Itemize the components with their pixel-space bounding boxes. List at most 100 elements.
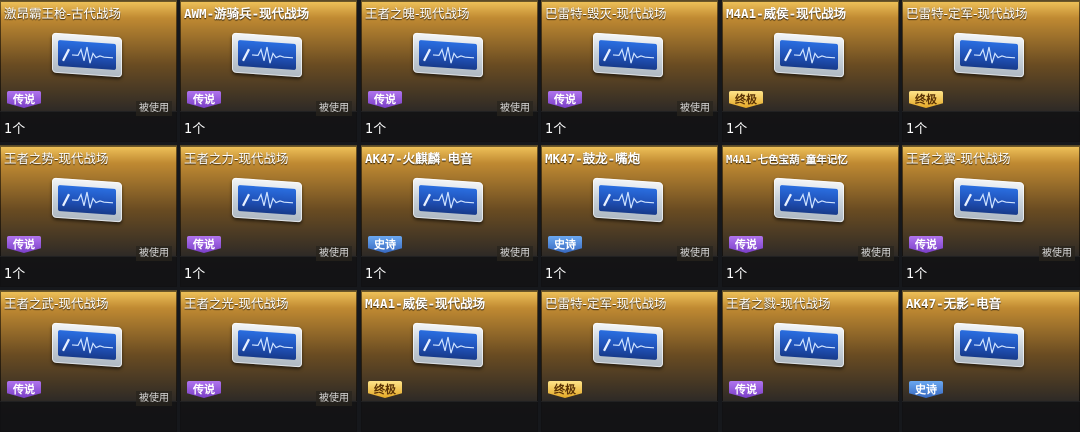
inventory-grid: 激昂霸王枪-古代战场 传说 被使用 1个 AWM-游骑兵-现代战场 传说 被使用 1个 王者之魄… xyxy=(0,0,1080,432)
item-card[interactable]: 王者之势-现代战场 传说 被使用 1个 xyxy=(0,145,177,287)
waveform-icon xyxy=(242,191,293,209)
rarity-badge: 传说 xyxy=(7,381,41,398)
sound-ticket-icon xyxy=(774,177,844,223)
waveform-icon xyxy=(423,336,474,354)
item-name: 激昂霸王枪-古代战场 xyxy=(4,6,122,21)
item-name: 王者之光-现代战场 xyxy=(184,296,289,311)
used-status: 被使用 xyxy=(677,246,713,261)
item-count: 1个 xyxy=(726,122,748,137)
waveform-icon xyxy=(964,191,1015,209)
item-card[interactable]: 激昂霸王枪-古代战场 传说 被使用 1个 xyxy=(0,0,177,142)
count-bar xyxy=(722,401,899,432)
item-name: 王者之魄-现代战场 xyxy=(365,6,470,21)
item-name: 王者之翼-现代战场 xyxy=(906,151,1011,166)
rarity-badge: 传说 xyxy=(187,236,221,253)
waveform-icon xyxy=(603,191,654,209)
waveform-icon xyxy=(603,336,654,354)
waveform-icon xyxy=(62,46,113,64)
rarity-badge: 终极 xyxy=(909,91,943,108)
item-card[interactable]: 王者之武-现代战场 传说被使用 xyxy=(0,290,177,432)
sound-ticket-icon xyxy=(954,32,1024,78)
used-status: 被使用 xyxy=(316,101,352,116)
count-bar xyxy=(541,401,718,432)
item-name: M4A1-七色宝葫-童年记忆 xyxy=(726,154,848,166)
item-name: M4A1-威侯-现代战场 xyxy=(726,6,847,21)
item-name: 巴雷特-定军-现代战场 xyxy=(906,6,1028,21)
item-card[interactable]: AWM-游骑兵-现代战场 传说 被使用 1个 xyxy=(180,0,357,142)
waveform-icon xyxy=(784,336,835,354)
item-count: 1个 xyxy=(726,267,748,282)
item-card[interactable]: 王者之力-现代战场 传说 被使用 1个 xyxy=(180,145,357,287)
waveform-icon xyxy=(62,336,113,354)
rarity-badge: 史诗 xyxy=(368,236,402,253)
item-name: 巴雷特-定军-现代战场 xyxy=(545,296,667,311)
sound-ticket-icon xyxy=(954,322,1024,368)
item-name: M4A1-威侯-现代战场 xyxy=(365,296,486,311)
item-count: 1个 xyxy=(906,122,928,137)
used-status: 被使用 xyxy=(858,246,894,261)
item-count: 1个 xyxy=(365,122,387,137)
rarity-badge: 传说 xyxy=(187,381,221,398)
waveform-icon xyxy=(964,46,1015,64)
used-status: 被使用 xyxy=(316,391,352,406)
waveform-icon xyxy=(964,336,1015,354)
item-count: 1个 xyxy=(545,122,567,137)
waveform-icon xyxy=(62,191,113,209)
waveform-icon xyxy=(423,191,474,209)
item-card[interactable]: M4A1-七色宝葫-童年记忆传说被使用 1个 xyxy=(722,145,899,287)
item-count: 1个 xyxy=(545,267,567,282)
used-status: 被使用 xyxy=(136,391,172,406)
waveform-icon xyxy=(242,336,293,354)
rarity-badge: 传说 xyxy=(548,91,582,108)
item-count: 1个 xyxy=(184,267,206,282)
sound-ticket-icon xyxy=(593,177,663,223)
waveform-icon xyxy=(784,191,835,209)
count-bar xyxy=(902,401,1080,432)
used-status: 被使用 xyxy=(136,246,172,261)
sound-ticket-icon xyxy=(52,32,122,78)
used-status: 被使用 xyxy=(1039,246,1075,261)
item-card[interactable]: M4A1-威侯-现代战场 终极 1个 xyxy=(722,0,899,142)
item-name: 王者之武-现代战场 xyxy=(4,296,109,311)
item-name: AK47-火麒麟-电音 xyxy=(365,151,473,166)
item-card[interactable]: AK47-火麒麟-电音 史诗 被使用 1个 xyxy=(361,145,538,287)
item-card[interactable]: 王者之魄-现代战场 传说 被使用 1个 xyxy=(361,0,538,142)
sound-ticket-icon xyxy=(232,322,302,368)
sound-ticket-icon xyxy=(774,322,844,368)
item-name: 王者之戮-现代战场 xyxy=(726,296,831,311)
sound-ticket-icon xyxy=(413,177,483,223)
count-bar xyxy=(361,401,538,432)
count-bar xyxy=(902,111,1080,142)
waveform-icon xyxy=(784,46,835,64)
rarity-badge: 史诗 xyxy=(548,236,582,253)
sound-ticket-icon xyxy=(593,322,663,368)
item-card[interactable]: 巴雷特-毁灭-现代战场 传说 被使用 1个 xyxy=(541,0,718,142)
sound-ticket-icon xyxy=(593,32,663,78)
item-count: 1个 xyxy=(184,122,206,137)
rarity-badge: 传说 xyxy=(909,236,943,253)
rarity-badge: 传说 xyxy=(729,236,763,253)
used-status: 被使用 xyxy=(497,101,533,116)
item-card[interactable]: MK47-鼓龙-嘴炮 史诗 被使用 1个 xyxy=(541,145,718,287)
waveform-icon xyxy=(242,46,293,64)
item-card[interactable]: M4A1-威侯-现代战场 终极 xyxy=(361,290,538,432)
item-card[interactable]: 巴雷特-定军-现代战场 终极 xyxy=(541,290,718,432)
item-card[interactable]: 王者之戮-现代战场 传说 xyxy=(722,290,899,432)
rarity-badge: 传说 xyxy=(187,91,221,108)
rarity-badge: 终极 xyxy=(729,91,763,108)
item-count: 1个 xyxy=(4,267,26,282)
item-count: 1个 xyxy=(4,122,26,137)
rarity-badge: 终极 xyxy=(368,381,402,398)
sound-ticket-icon xyxy=(774,32,844,78)
item-card[interactable]: AK47-无影-电音 史诗 xyxy=(902,290,1080,432)
used-status: 被使用 xyxy=(677,101,713,116)
rarity-badge: 传说 xyxy=(7,91,41,108)
item-card[interactable]: 王者之光-现代战场 传说被使用 xyxy=(180,290,357,432)
rarity-badge: 终极 xyxy=(548,381,582,398)
sound-ticket-icon xyxy=(232,177,302,223)
item-card[interactable]: 巴雷特-定军-现代战场 终极 1个 xyxy=(902,0,1080,142)
item-name: 王者之势-现代战场 xyxy=(4,151,109,166)
sound-ticket-icon xyxy=(413,32,483,78)
item-card[interactable]: 王者之翼-现代战场 传说被使用 1个 xyxy=(902,145,1080,287)
item-count: 1个 xyxy=(906,267,928,282)
